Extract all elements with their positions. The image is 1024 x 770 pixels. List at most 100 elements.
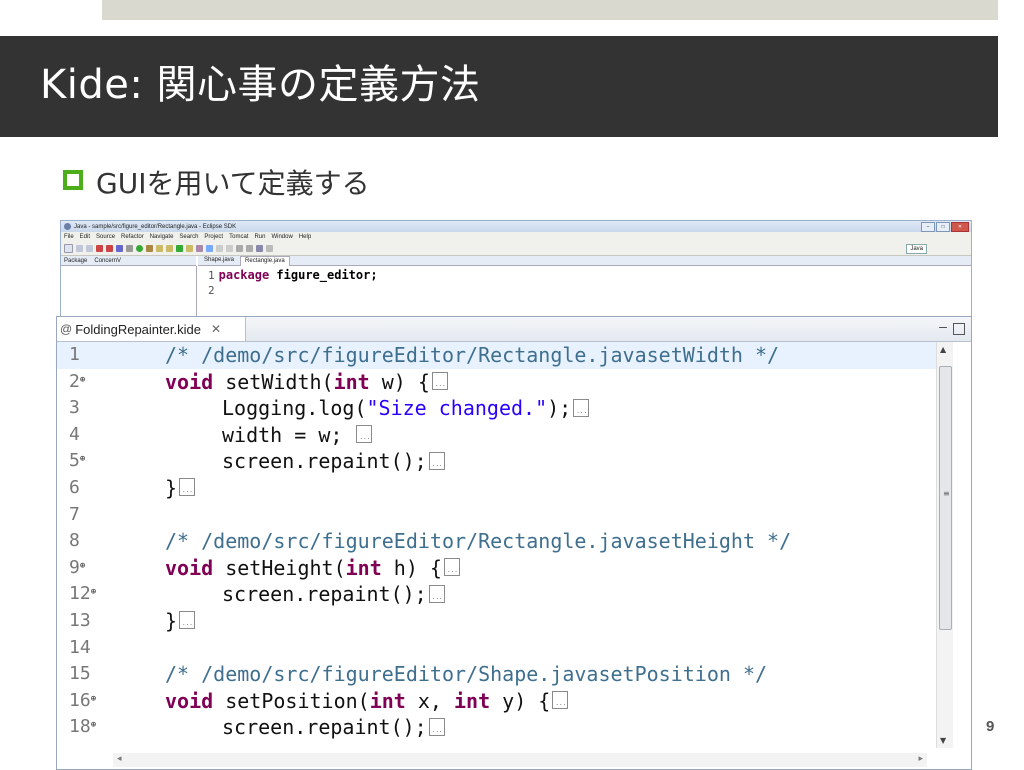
code-keyword: package <box>218 268 270 282</box>
scrollbar-thumb[interactable]: ≡ <box>939 366 952 630</box>
menu-item-navigate[interactable]: Navigate <box>150 234 174 240</box>
package-explorer-pane[interactable] <box>61 266 197 316</box>
view-controls: – <box>939 320 965 335</box>
line-number-text: 2 <box>69 370 80 392</box>
close-icon[interactable]: ✕ <box>211 322 221 336</box>
new-icon[interactable] <box>64 244 73 253</box>
open-type-icon[interactable] <box>186 245 193 252</box>
code-line: 16⊕ void setPosition(int x, int y) { <box>57 688 937 715</box>
java-editor-code[interactable]: 1 package figure_editor; 2 <box>198 266 971 318</box>
scroll-left-icon[interactable]: ◂ <box>117 754 122 764</box>
folded-block-icon[interactable] <box>428 451 445 470</box>
line-number: 4 <box>69 422 109 449</box>
scroll-right-icon[interactable]: ▸ <box>918 754 923 764</box>
code-keyword: int <box>369 688 406 713</box>
folded-block-icon[interactable] <box>428 584 445 603</box>
skip-icon[interactable] <box>126 245 133 252</box>
fold-expand-icon[interactable]: ⊕ <box>80 454 85 464</box>
menu-item-run[interactable]: Run <box>254 234 265 240</box>
menu-item-refactor[interactable]: Refactor <box>121 234 144 240</box>
line-number-text: 12 <box>69 583 91 605</box>
build-all-icon[interactable] <box>106 245 113 252</box>
kide-code-area[interactable]: 1 /* /demo/src/figureEditor/Rectangle.jav… <box>57 342 937 752</box>
horizontal-scrollbar[interactable]: ◂ ▸ <box>113 753 927 767</box>
folded-block-icon[interactable] <box>431 372 448 391</box>
menu-item-window[interactable]: Window <box>271 234 292 240</box>
new-package-icon[interactable] <box>166 245 173 252</box>
new-class-icon[interactable] <box>156 245 163 252</box>
folded-block-icon[interactable] <box>428 717 445 736</box>
view-tab-concernv[interactable]: ConcernV <box>94 258 121 264</box>
grip-icon: ≡ <box>943 489 950 498</box>
close-window-button[interactable]: ✕ <box>951 222 969 232</box>
editor-tab-rectangle-java[interactable]: Rectangle.java <box>240 255 290 266</box>
minimize-button[interactable]: – <box>921 222 935 232</box>
save-icon[interactable] <box>76 245 83 252</box>
line-number: 1 <box>208 269 215 282</box>
fold-expand-icon[interactable]: ⊕ <box>91 587 96 597</box>
menu-item-source[interactable]: Source <box>96 234 115 240</box>
view-tab-package[interactable]: Package <box>64 258 87 264</box>
code-text: void setWidth(int w) { <box>165 369 448 396</box>
code-token: } <box>165 475 178 500</box>
run-icon[interactable] <box>136 245 143 252</box>
left-view-tabs: Package ConcernV <box>61 256 196 266</box>
folded-block-icon[interactable] <box>356 425 373 444</box>
line-number: 9⊕ <box>69 555 109 582</box>
code-string: "Size changed." <box>366 396 548 421</box>
fold-expand-icon[interactable]: ⊕ <box>80 375 85 385</box>
maximize-view-icon[interactable] <box>953 323 965 335</box>
menu-item-file[interactable]: File <box>64 234 74 240</box>
debug-icon[interactable] <box>116 245 123 252</box>
build-icon[interactable] <box>96 245 103 252</box>
folded-block-icon[interactable] <box>179 611 196 630</box>
scroll-down-icon[interactable]: ▼ <box>940 736 946 745</box>
search-icon[interactable] <box>196 245 203 252</box>
code-line: 2⊕ void setWidth(int w) { <box>57 369 937 396</box>
menu-item-edit[interactable]: Edit <box>80 234 90 240</box>
code-line: 8 /* /demo/src/figureEditor/Rectangle.jav… <box>57 528 937 555</box>
slide-title: Kide: 関心事の定義方法 <box>40 62 481 108</box>
perspective-java[interactable]: Java <box>906 244 927 254</box>
tab-foldingrepainter[interactable]: @ FoldingRepainter.kide ✕ <box>57 317 246 341</box>
line-number: 5⊕ <box>69 448 109 475</box>
eclipse-toolbar: Java <box>61 242 971 256</box>
forward-icon[interactable] <box>266 245 273 252</box>
maximize-button[interactable]: □ <box>936 222 950 232</box>
line-number-text: 8 <box>69 530 80 552</box>
toggle-icon[interactable] <box>216 245 223 252</box>
print-icon[interactable] <box>86 245 93 252</box>
external-tools-icon[interactable] <box>146 245 153 252</box>
code-text: screen.repaint(); <box>222 581 445 608</box>
scroll-up-icon[interactable]: ▲ <box>940 345 946 354</box>
fold-expand-icon[interactable]: ⊕ <box>91 694 96 704</box>
menu-item-search[interactable]: Search <box>179 234 198 240</box>
menu-item-tomcat[interactable]: Tomcat <box>229 234 248 240</box>
prev-annotation-icon[interactable] <box>246 245 253 252</box>
menu-item-project[interactable]: Project <box>204 234 223 240</box>
line-number: 12⊕ <box>69 581 109 608</box>
code-token: Logging.log( <box>222 396 367 421</box>
minimize-view-icon[interactable]: – <box>939 320 947 335</box>
next-annotation-icon[interactable] <box>236 245 243 252</box>
menu-item-help[interactable]: Help <box>299 234 311 240</box>
show-whitespace-icon[interactable] <box>226 245 233 252</box>
code-text: } <box>165 608 196 635</box>
code-token: setPosition( <box>213 688 370 713</box>
vertical-scrollbar[interactable]: ▲ ≡ ▼ <box>936 342 953 748</box>
editor-tab-shape-java[interactable]: Shape.java <box>200 256 238 265</box>
fold-expand-icon[interactable]: ⊕ <box>91 720 96 730</box>
code-line: 5⊕ screen.repaint(); <box>57 448 937 475</box>
folded-block-icon[interactable] <box>573 398 590 417</box>
back-icon[interactable] <box>256 245 263 252</box>
eclipse-window-title: Java - sample/src/figure_editor/Rectangl… <box>74 223 237 230</box>
folded-block-icon[interactable] <box>179 478 196 497</box>
annotation-icon[interactable] <box>206 245 213 252</box>
line-number-text: 16 <box>69 689 91 711</box>
folded-block-icon[interactable] <box>443 558 460 577</box>
code-comment: /* /demo/src/figureEditor/Rectangle.java… <box>165 529 792 554</box>
folded-block-icon[interactable] <box>552 691 569 710</box>
new-project-icon[interactable] <box>176 245 183 252</box>
fold-expand-icon[interactable]: ⊕ <box>80 561 85 571</box>
code-text: } <box>165 475 196 502</box>
